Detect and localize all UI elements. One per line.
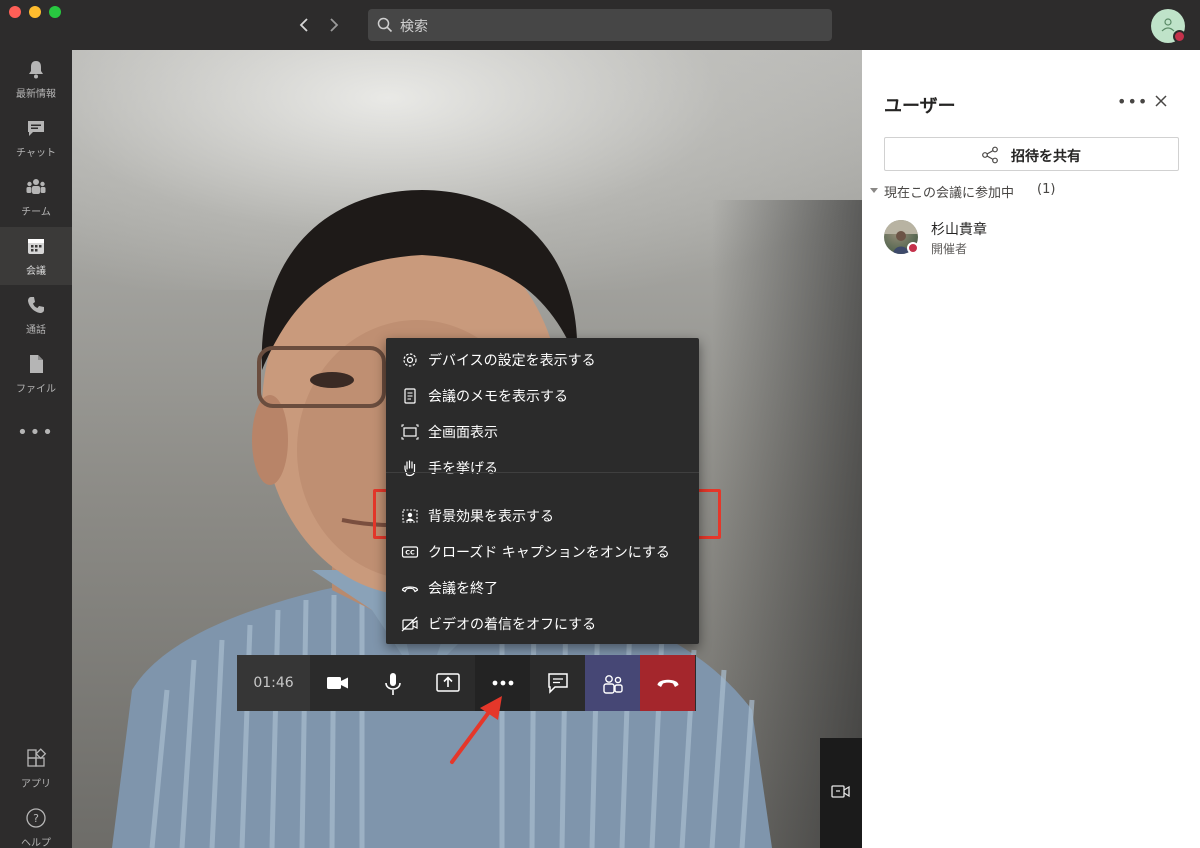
menu-item-label: 手を挙げる xyxy=(428,461,498,477)
menu-item-video-off[interactable]: ビデオの着信をオフにする xyxy=(386,608,699,640)
participant-name[interactable]: 杉山貴章 xyxy=(931,219,987,239)
section-count: (1) xyxy=(1037,182,1056,197)
rail-item-label: 会議 xyxy=(26,266,46,277)
menu-item-label: デバイスの設定を表示する xyxy=(428,353,596,369)
menu-item-fullscreen[interactable]: 全画面表示 xyxy=(386,416,699,448)
background-effects-icon xyxy=(402,509,418,523)
menu-item-meeting-notes[interactable]: 会議のメモを表示する xyxy=(386,380,699,412)
gear-icon xyxy=(403,353,417,367)
forward-button[interactable] xyxy=(323,13,345,37)
close-icon[interactable] xyxy=(1154,94,1168,108)
rail-item-label: アプリ xyxy=(21,779,51,790)
phone-icon xyxy=(28,297,44,313)
rail-item-label: ファイル xyxy=(16,384,56,395)
mic-toggle-button[interactable] xyxy=(365,655,420,711)
arrow-annotation-icon xyxy=(450,696,502,764)
title-bar: 検索 xyxy=(0,0,1200,50)
closed-caption-icon: CC xyxy=(401,546,419,558)
apps-icon xyxy=(27,748,47,767)
teams-icon xyxy=(26,179,46,194)
chat-icon xyxy=(548,673,568,694)
menu-item-label: 背景効果を表示する xyxy=(428,509,554,525)
panel-more-button[interactable]: ••• xyxy=(1117,92,1148,111)
raise-hand-icon xyxy=(404,460,416,477)
panel-title: ユーザー xyxy=(884,96,956,117)
hang-up-button[interactable] xyxy=(640,655,695,711)
more-icon xyxy=(492,680,514,686)
video-camera-icon xyxy=(327,677,348,689)
share-screen-icon xyxy=(436,673,460,692)
camera-toggle-button[interactable] xyxy=(310,655,365,711)
rail-item-label: 最新情報 xyxy=(16,89,56,100)
rail-item-calls[interactable]: 通話 xyxy=(0,286,72,344)
chat-toggle-button[interactable] xyxy=(530,655,585,711)
share-icon xyxy=(982,146,998,164)
window-zoom-button[interactable] xyxy=(49,6,61,18)
menu-item-background-effects[interactable]: 背景効果を表示する xyxy=(386,500,699,532)
section-header[interactable]: 現在この会議に参加中 xyxy=(884,182,1014,201)
rail-item-teams[interactable]: チーム xyxy=(0,168,72,226)
collapse-caret-icon[interactable] xyxy=(870,188,878,193)
window-minimize-button[interactable] xyxy=(29,6,41,18)
rail-item-label: 通話 xyxy=(26,325,46,336)
video-off-icon xyxy=(401,616,418,632)
end-meeting-icon xyxy=(401,586,419,593)
menu-item-raise-hand[interactable]: 手を挙げる xyxy=(386,452,699,484)
menu-item-label: 会議のメモを表示する xyxy=(428,389,568,405)
app-rail: 最新情報 チャット チーム 会議 通話 ファイル ••• アプリ ? ヘルプ xyxy=(0,50,72,848)
invite-label: 招待を共有 xyxy=(1011,149,1081,165)
window-close-button[interactable] xyxy=(9,6,21,18)
menu-item-closed-captions[interactable]: CC クローズド キャプションをオンにする xyxy=(386,536,699,568)
menu-item-device-settings[interactable]: デバイスの設定を表示する xyxy=(386,344,699,376)
more-apps-button[interactable]: ••• xyxy=(0,422,72,443)
rail-item-label: ヘルプ xyxy=(21,838,51,848)
bell-icon xyxy=(29,61,43,79)
rail-item-apps[interactable]: アプリ xyxy=(0,740,72,798)
call-timer: 01:46 xyxy=(237,655,310,711)
user-icon xyxy=(1161,18,1175,32)
file-icon xyxy=(30,355,43,373)
camera-switch-icon[interactable] xyxy=(830,782,852,802)
notes-icon xyxy=(404,388,416,404)
status-badge xyxy=(907,242,919,254)
more-actions-menu: デバイスの設定を表示する 会議のメモを表示する 全画面表示 手を挙げる 背景効果… xyxy=(386,338,699,644)
menu-item-label: ビデオの着信をオフにする xyxy=(428,617,597,633)
rail-item-label: チーム xyxy=(21,207,51,218)
participant-role: 開催者 xyxy=(931,242,968,256)
menu-divider xyxy=(386,472,699,473)
search-input[interactable]: 検索 xyxy=(368,9,832,41)
chevron-left-icon xyxy=(299,18,308,32)
status-badge xyxy=(1173,30,1186,43)
svg-text:CC: CC xyxy=(405,549,415,557)
share-invite-button[interactable]: 招待を共有 xyxy=(884,137,1179,171)
rail-item-activity[interactable]: 最新情報 xyxy=(0,50,72,108)
menu-item-end-meeting[interactable]: 会議を終了 xyxy=(386,572,699,604)
people-icon xyxy=(603,675,623,694)
hang-up-icon xyxy=(657,679,679,687)
svg-text:?: ? xyxy=(33,812,39,825)
back-button[interactable] xyxy=(293,13,315,37)
chevron-right-icon xyxy=(330,18,339,32)
menu-item-label: クローズド キャプションをオンにする xyxy=(428,545,670,561)
rail-item-help[interactable]: ? ヘルプ xyxy=(0,799,72,848)
rail-item-chat[interactable]: チャット xyxy=(0,109,72,167)
participants-panel: ユーザー ••• 招待を共有 現在この会議に参加中 (1) 杉山貴章 開催者 xyxy=(862,50,1200,848)
help-icon: ? xyxy=(26,808,46,828)
menu-item-label: 全画面表示 xyxy=(428,425,498,441)
participants-toggle-button[interactable] xyxy=(585,655,640,711)
rail-item-label: チャット xyxy=(16,148,56,159)
calendar-icon xyxy=(28,239,44,254)
fullscreen-icon xyxy=(401,424,419,440)
rail-item-meetings[interactable]: 会議 xyxy=(0,227,72,285)
rail-item-files[interactable]: ファイル xyxy=(0,345,72,403)
microphone-icon xyxy=(385,673,401,695)
search-placeholder: 検索 xyxy=(400,19,428,35)
chat-icon xyxy=(28,121,44,136)
menu-item-label: 会議を終了 xyxy=(428,581,498,597)
search-icon xyxy=(377,17,393,33)
